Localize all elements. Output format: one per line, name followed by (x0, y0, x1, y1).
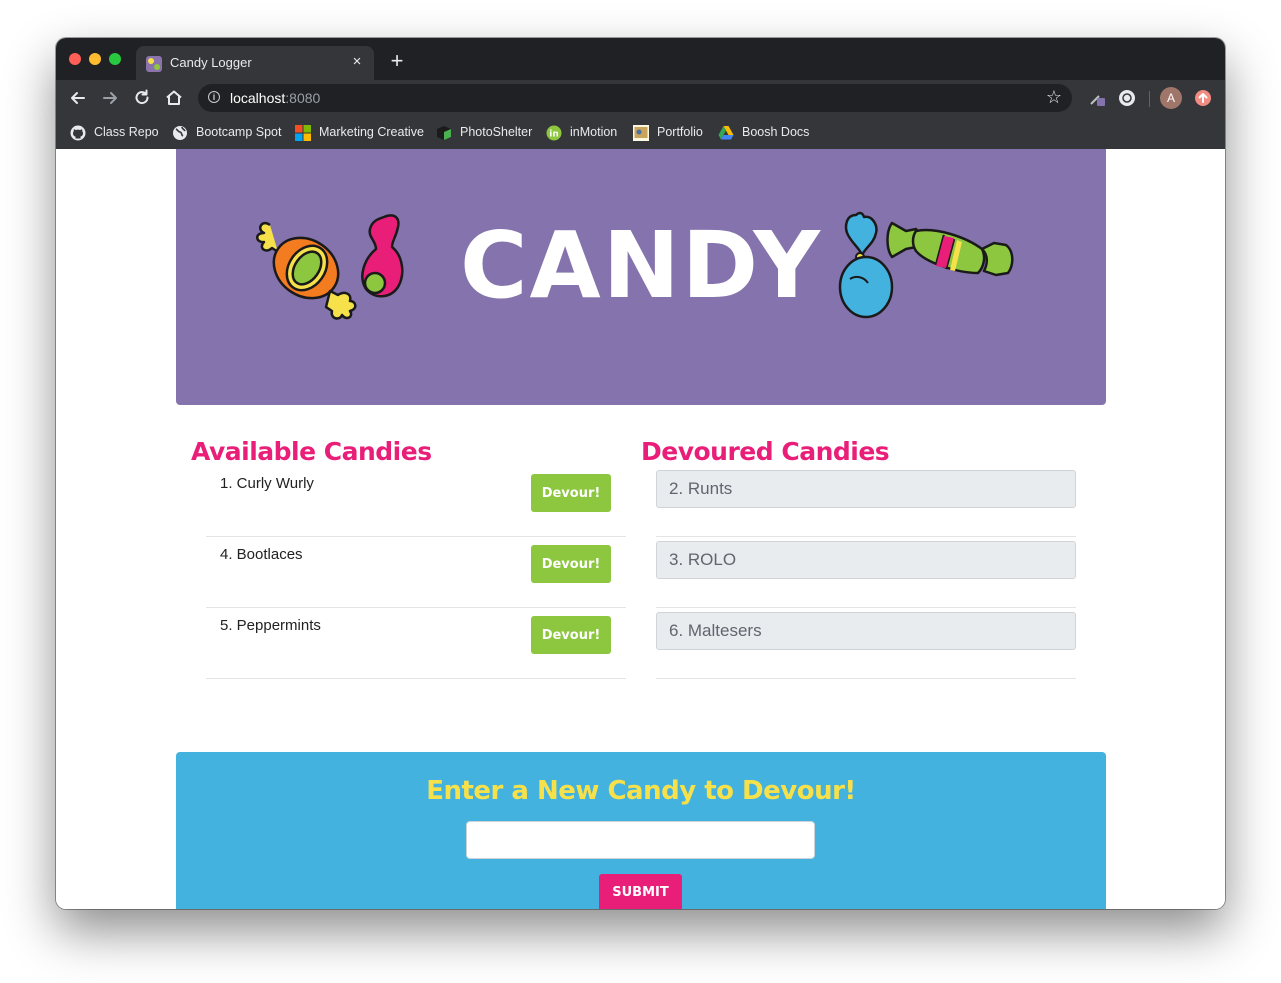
site-info-icon[interactable]: i (208, 91, 220, 103)
bookmark-label: Class Repo (94, 125, 159, 139)
close-window-button[interactable] (69, 53, 81, 65)
extension-eyedropper-icon[interactable] (1088, 89, 1106, 107)
devoured-candy-name: 2. Runts (656, 470, 1076, 508)
devoured-candies-heading: Devoured Candies (641, 437, 890, 466)
bookmark-label: inMotion (570, 125, 618, 139)
bookmark-inmotion[interactable]: in inMotion (546, 124, 620, 142)
page-content: CANDY Available Candies 1. Curly Wurly D… (56, 149, 1225, 909)
bookmark-label: Boosh Docs (742, 125, 810, 139)
profile-avatar[interactable]: A (1160, 87, 1182, 109)
available-candy-name: 5. Peppermints (220, 617, 321, 634)
portfolio-icon (633, 125, 649, 141)
invision-icon: in (546, 125, 562, 141)
bookmarks-bar: Class Repo Bootcamp Spot Marketing Creat… (56, 116, 1225, 150)
new-tab-button[interactable]: + (386, 50, 408, 72)
bookmark-marketing-creative[interactable]: Marketing Creative (295, 124, 424, 142)
devoured-candy-row: 6. Maltesers (656, 607, 1076, 679)
bookmark-label: Bootcamp Spot (196, 125, 282, 139)
address-bar[interactable]: i localhost:8080 ☆ (198, 84, 1072, 112)
svg-text:in: in (549, 130, 559, 140)
tab-title: Candy Logger (170, 55, 252, 70)
forward-arrow-icon[interactable] (100, 88, 120, 108)
github-icon (70, 125, 86, 141)
bookmark-label: PhotoShelter (460, 125, 533, 139)
extension-react-icon[interactable] (1118, 89, 1136, 107)
browser-window: Candy Logger × + i localhost:8080 ☆ A Cl… (56, 38, 1225, 909)
devour-button[interactable]: Devour! (531, 616, 611, 654)
reload-icon[interactable] (132, 88, 152, 108)
tab-candy-logger[interactable]: Candy Logger × (136, 46, 374, 80)
google-drive-icon (718, 126, 734, 140)
available-candy-row: 1. Curly Wurly Devour! (206, 465, 626, 537)
bookmark-label: Marketing Creative (319, 125, 424, 139)
candy-illustration-right-icon (838, 211, 1014, 319)
photoshelter-icon (437, 126, 451, 140)
new-candy-form: Enter a New Candy to Devour! SUBMIT (176, 752, 1106, 909)
devour-button[interactable]: Devour! (531, 474, 611, 512)
bookmark-star-icon[interactable]: ☆ (1046, 87, 1062, 108)
devour-button[interactable]: Devour! (531, 545, 611, 583)
hero-banner: CANDY (176, 149, 1106, 405)
maximize-window-button[interactable] (109, 53, 121, 65)
browser-toolbar: i localhost:8080 ☆ A (56, 80, 1225, 116)
submit-button[interactable]: SUBMIT (599, 874, 682, 909)
toolbar-divider (1149, 91, 1150, 107)
available-candies-heading: Available Candies (191, 437, 432, 466)
tab-close-icon[interactable]: × (348, 53, 366, 71)
minimize-window-button[interactable] (89, 53, 101, 65)
microsoft-icon (295, 125, 311, 141)
form-heading: Enter a New Candy to Devour! (426, 776, 856, 806)
home-icon[interactable] (164, 88, 184, 108)
available-candy-name: 1. Curly Wurly (220, 475, 314, 492)
available-candy-name: 4. Bootlaces (220, 546, 303, 563)
bookmark-label: Portfolio (657, 125, 703, 139)
tab-strip: Candy Logger × + (56, 38, 1225, 80)
candy-favicon-icon (146, 56, 162, 72)
globe-icon (173, 126, 187, 140)
bookmark-photoshelter[interactable]: PhotoShelter (436, 124, 532, 142)
bookmark-boosh-docs[interactable]: Boosh Docs (718, 124, 810, 142)
bookmark-class-repo[interactable]: Class Repo (70, 124, 159, 142)
devoured-candy-name: 3. ROLO (656, 541, 1076, 579)
devoured-candy-row: 2. Runts (656, 465, 1076, 537)
devoured-candy-row: 3. ROLO (656, 536, 1076, 608)
url-text: localhost:8080 (230, 90, 321, 106)
devoured-candy-name: 6. Maltesers (656, 612, 1076, 650)
available-candy-row: 5. Peppermints Devour! (206, 607, 626, 679)
bookmark-bootcamp-spot[interactable]: Bootcamp Spot (172, 124, 282, 142)
available-candy-row: 4. Bootlaces Devour! (206, 536, 626, 608)
candy-name-input[interactable] (466, 821, 815, 859)
back-arrow-icon[interactable] (68, 88, 88, 108)
update-arrow-icon[interactable] (1194, 89, 1212, 107)
bookmark-portfolio[interactable]: Portfolio (633, 124, 705, 142)
